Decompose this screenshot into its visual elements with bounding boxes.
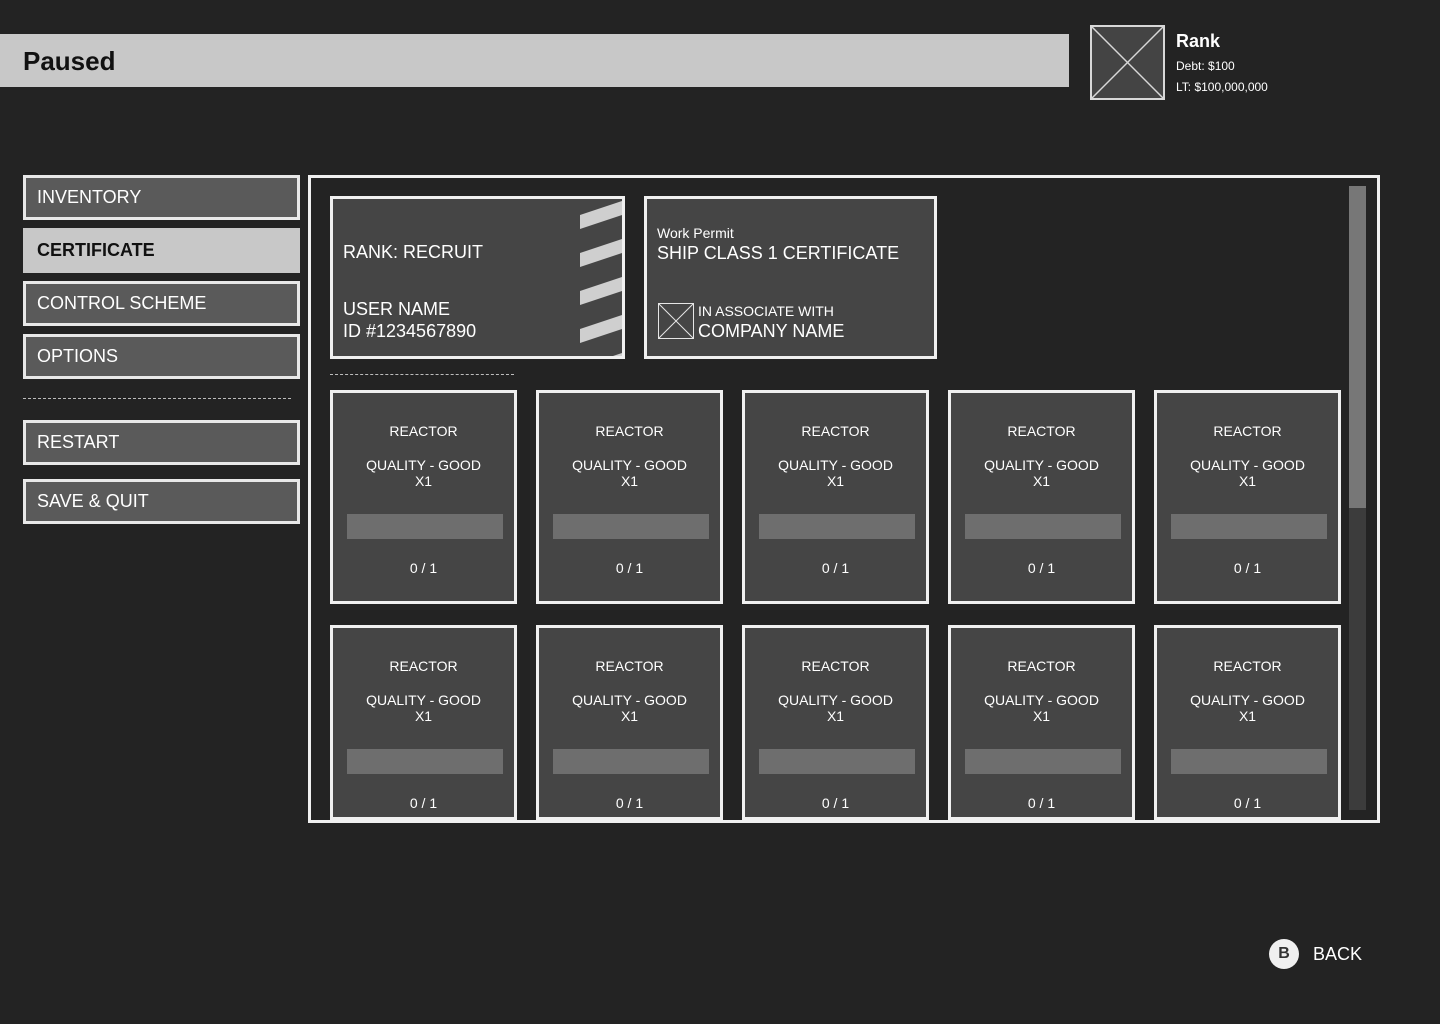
- item-name: REACTOR: [389, 658, 458, 674]
- item-quantity: X1: [826, 473, 845, 489]
- menu-control-scheme-button[interactable]: CONTROL SCHEME: [23, 281, 300, 326]
- certificate-item-card[interactable]: REACTOR QUALITY - GOOD X1 0 / 1: [536, 625, 723, 820]
- title-bar: Paused: [0, 34, 1069, 87]
- item-name: REACTOR: [595, 423, 664, 439]
- item-progress-bar: [553, 514, 709, 539]
- section-divider: [330, 374, 514, 375]
- item-name: REACTOR: [1213, 423, 1282, 439]
- item-progress-bar: [965, 514, 1121, 539]
- item-progress-bar: [759, 749, 915, 774]
- back-button[interactable]: B BACK: [1269, 938, 1369, 970]
- item-count: 0 / 1: [615, 795, 644, 811]
- menu-restart-button[interactable]: RESTART: [23, 420, 300, 465]
- back-label: BACK: [1313, 944, 1363, 964]
- menu-inventory-button[interactable]: INVENTORY: [23, 175, 300, 220]
- item-quantity: X1: [620, 708, 639, 724]
- rank-debt: Debt: $100: [1176, 59, 1235, 73]
- permit-type: Work Permit: [657, 225, 734, 241]
- item-quantity: X1: [414, 473, 433, 489]
- item-quality: QUALITY - GOOD: [1190, 692, 1305, 708]
- item-quality: QUALITY - GOOD: [778, 457, 893, 473]
- item-progress-bar: [553, 749, 709, 774]
- item-quantity: X1: [1032, 473, 1051, 489]
- menu-save-quit-button[interactable]: SAVE & QUIT: [23, 479, 300, 524]
- work-permit-card: Work Permit SHIP CLASS 1 CERTIFICATE IN …: [644, 196, 937, 359]
- item-quantity: X1: [1032, 708, 1051, 724]
- item-count: 0 / 1: [821, 795, 850, 811]
- item-quantity: X1: [1238, 473, 1257, 489]
- item-quality: QUALITY - GOOD: [778, 692, 893, 708]
- item-quality: QUALITY - GOOD: [984, 457, 1099, 473]
- menu-options-button[interactable]: OPTIONS: [23, 334, 300, 379]
- rank-title: Rank: [1176, 31, 1221, 51]
- item-name: REACTOR: [389, 423, 458, 439]
- item-progress-bar: [965, 749, 1121, 774]
- item-count: 0 / 1: [409, 795, 438, 811]
- item-quality: QUALITY - GOOD: [1190, 457, 1305, 473]
- certificate-item-card[interactable]: REACTOR QUALITY - GOOD X1 0 / 1: [536, 390, 723, 604]
- certificate-item-card[interactable]: REACTOR QUALITY - GOOD X1 0 / 1: [1154, 390, 1341, 604]
- id-card-user-name: USER NAME: [343, 299, 451, 319]
- rank-avatar: [1090, 25, 1165, 100]
- scrollbar-thumb[interactable]: [1349, 186, 1366, 508]
- permit-class: SHIP CLASS 1 CERTIFICATE: [657, 243, 900, 263]
- permit-company-name: COMPANY NAME: [698, 321, 845, 341]
- image-placeholder-icon: [658, 303, 694, 339]
- item-quality: QUALITY - GOOD: [366, 692, 481, 708]
- item-count: 0 / 1: [1233, 560, 1262, 576]
- id-card: RANK: RECRUIT USER NAME ID #1234567890: [330, 196, 625, 359]
- item-quality: QUALITY - GOOD: [984, 692, 1099, 708]
- item-quantity: X1: [826, 708, 845, 724]
- item-name: REACTOR: [801, 423, 870, 439]
- certificate-item-card[interactable]: REACTOR QUALITY - GOOD X1 0 / 1: [330, 390, 517, 604]
- item-quantity: X1: [414, 708, 433, 724]
- page-title: Paused: [23, 46, 116, 76]
- item-count: 0 / 1: [1027, 795, 1056, 811]
- item-progress-bar: [347, 514, 503, 539]
- menu-item-label: CONTROL SCHEME: [37, 293, 207, 313]
- item-name: REACTOR: [1007, 658, 1076, 674]
- menu-item-label: SAVE & QUIT: [37, 491, 149, 511]
- permit-associate-label: IN ASSOCIATE WITH: [698, 303, 834, 319]
- item-name: REACTOR: [1213, 658, 1282, 674]
- menu-certificate-button[interactable]: CERTIFICATE: [23, 228, 300, 273]
- certificate-item-card[interactable]: REACTOR QUALITY - GOOD X1 0 / 1: [742, 390, 929, 604]
- id-card-rank: RANK: RECRUIT: [343, 242, 484, 262]
- item-count: 0 / 1: [1233, 795, 1262, 811]
- item-quality: QUALITY - GOOD: [366, 457, 481, 473]
- id-card-user-id: ID #1234567890: [343, 321, 477, 341]
- item-quality: QUALITY - GOOD: [572, 692, 687, 708]
- item-name: REACTOR: [801, 658, 870, 674]
- menu-item-label: INVENTORY: [37, 187, 142, 207]
- menu-item-label: RESTART: [37, 432, 120, 452]
- certificate-item-card[interactable]: REACTOR QUALITY - GOOD X1 0 / 1: [948, 390, 1135, 604]
- item-progress-bar: [1171, 749, 1327, 774]
- item-progress-bar: [347, 749, 503, 774]
- menu-item-label: CERTIFICATE: [37, 240, 155, 260]
- hazard-stripes: [580, 199, 622, 356]
- b-button-icon: B: [1269, 939, 1299, 969]
- certificate-item-card[interactable]: REACTOR QUALITY - GOOD X1 0 / 1: [742, 625, 929, 820]
- item-quantity: X1: [620, 473, 639, 489]
- certificate-item-card[interactable]: REACTOR QUALITY - GOOD X1 0 / 1: [330, 625, 517, 820]
- menu-item-label: OPTIONS: [37, 346, 119, 366]
- item-progress-bar: [759, 514, 915, 539]
- certificate-item-card[interactable]: REACTOR QUALITY - GOOD X1 0 / 1: [948, 625, 1135, 820]
- rank-lifetime: LT: $100,000,000: [1176, 80, 1268, 94]
- item-progress-bar: [1171, 514, 1327, 539]
- item-quantity: X1: [1238, 708, 1257, 724]
- item-count: 0 / 1: [821, 560, 850, 576]
- item-name: REACTOR: [595, 658, 664, 674]
- menu-divider: [23, 398, 291, 399]
- item-count: 0 / 1: [1027, 560, 1056, 576]
- company-logo: [658, 303, 694, 339]
- certificate-item-card[interactable]: REACTOR QUALITY - GOOD X1 0 / 1: [1154, 625, 1341, 820]
- item-count: 0 / 1: [409, 560, 438, 576]
- item-quality: QUALITY - GOOD: [572, 457, 687, 473]
- image-placeholder-icon: [1092, 27, 1163, 98]
- item-name: REACTOR: [1007, 423, 1076, 439]
- item-count: 0 / 1: [615, 560, 644, 576]
